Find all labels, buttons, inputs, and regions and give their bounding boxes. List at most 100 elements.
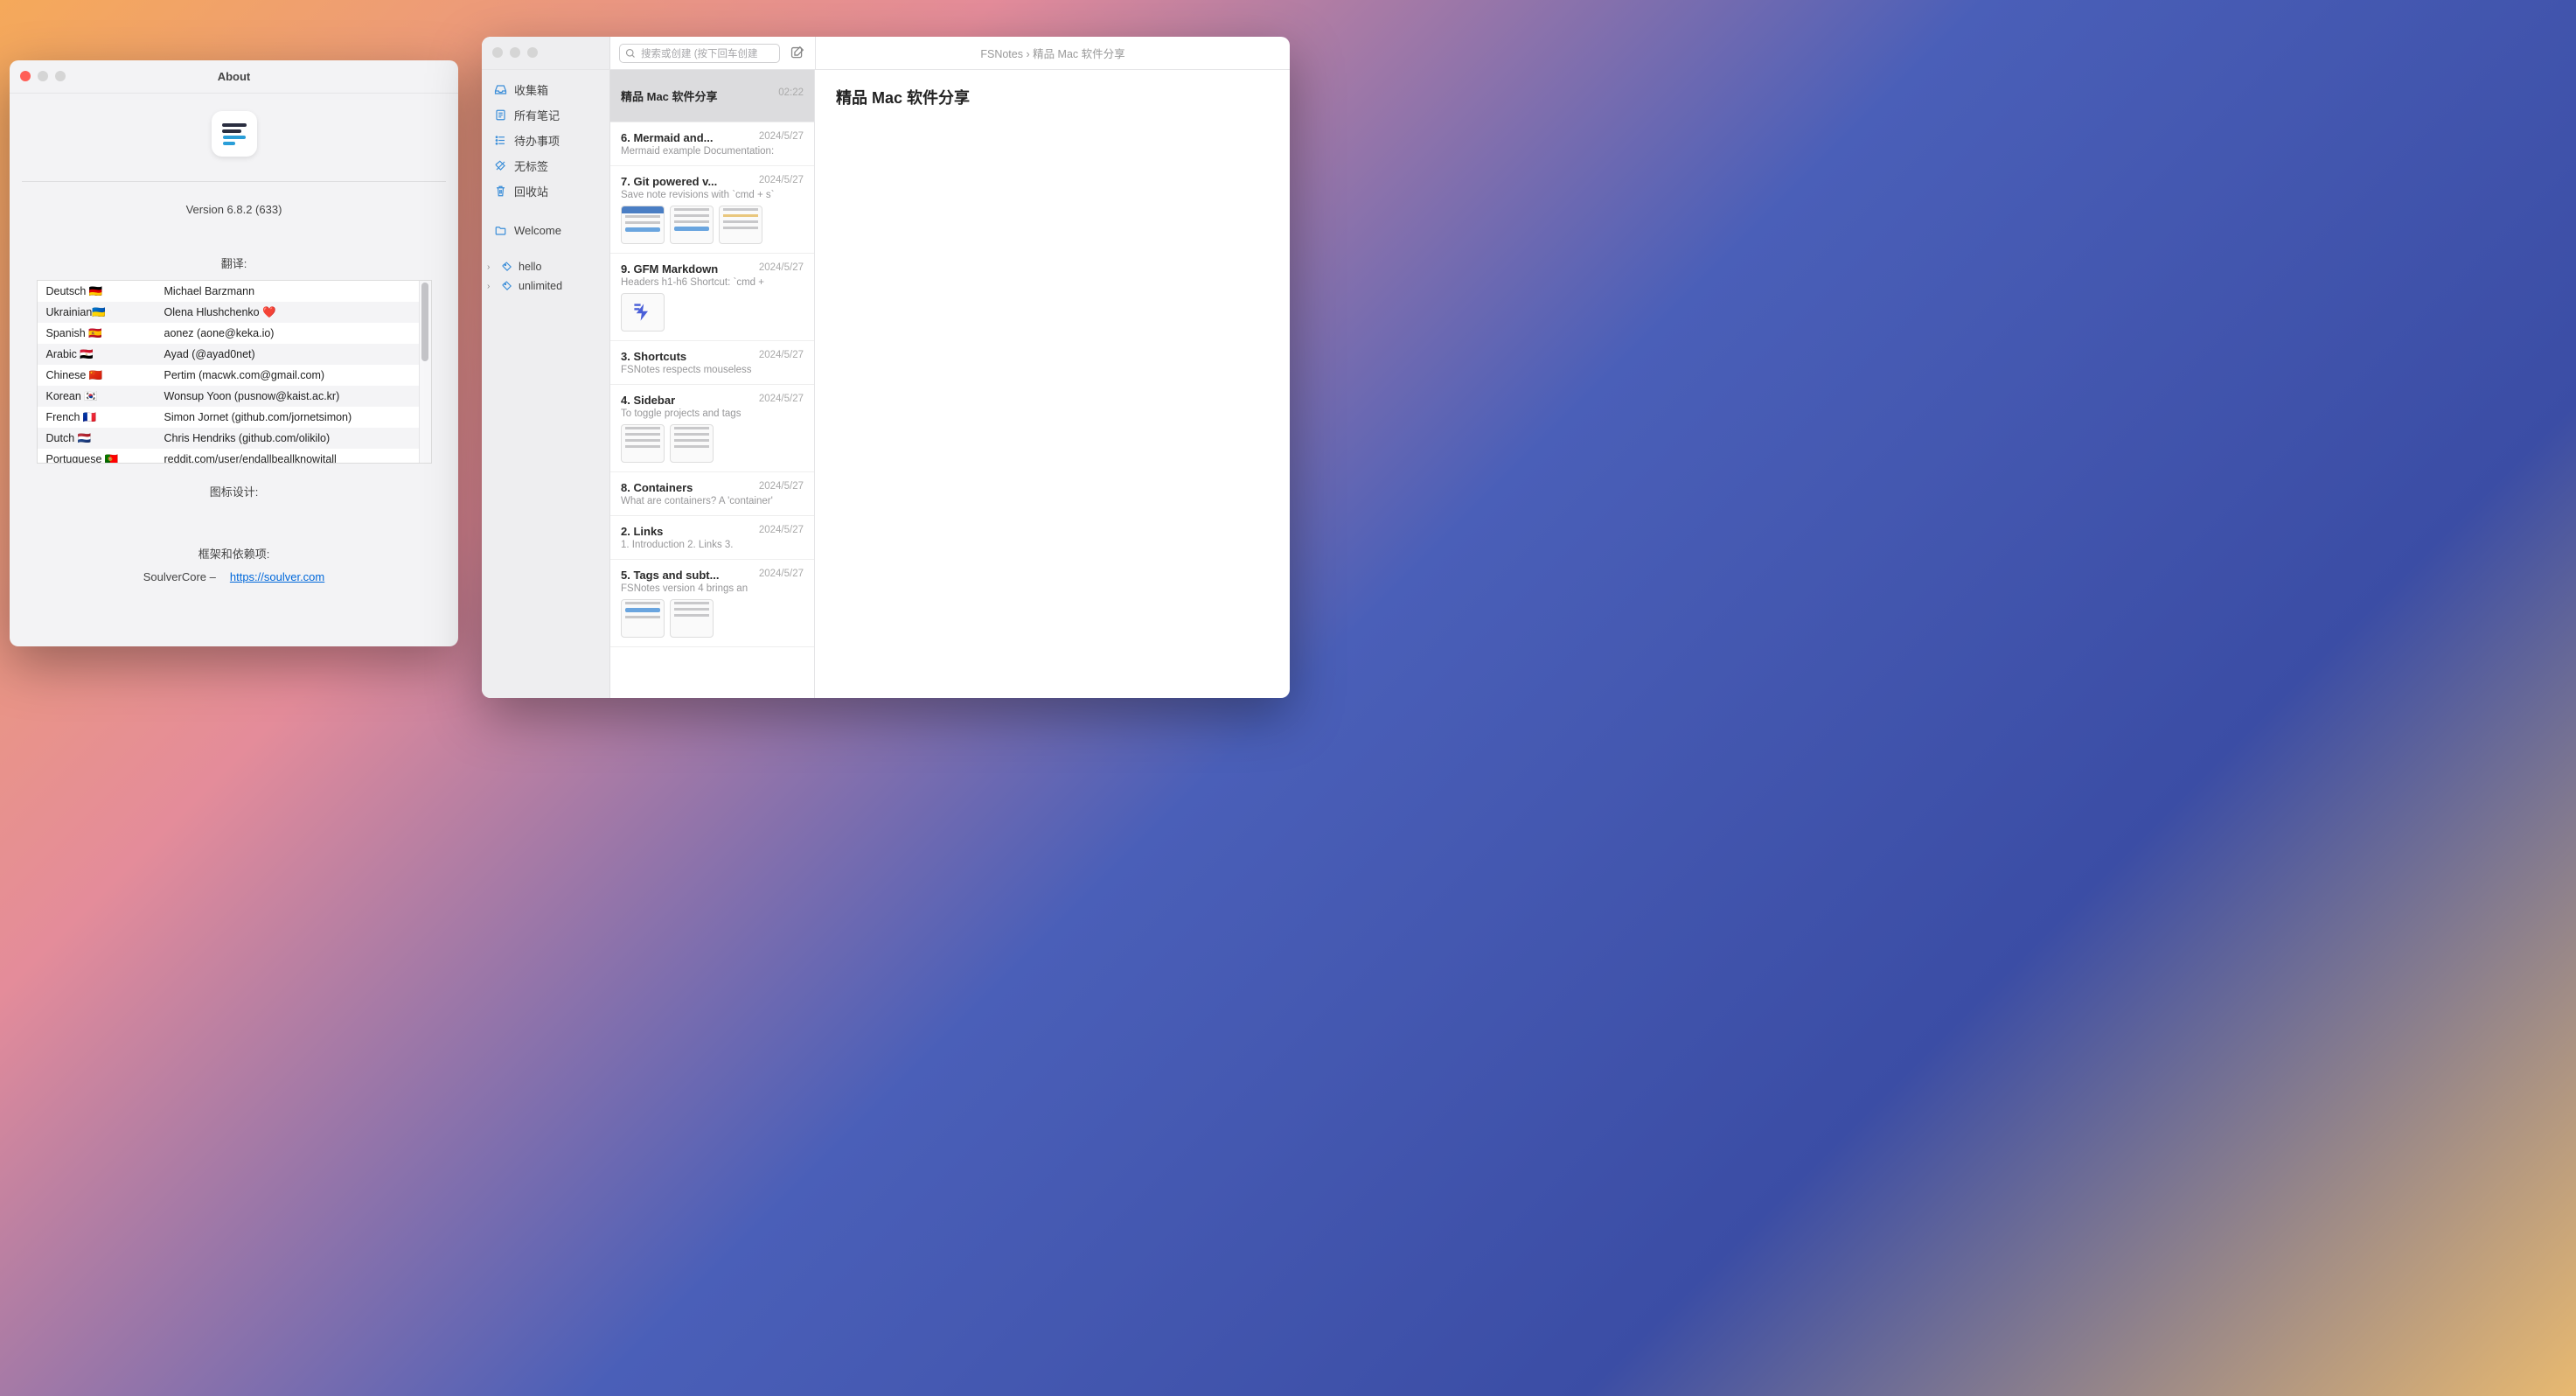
- inbox-icon: [494, 83, 507, 96]
- compose-icon: [790, 45, 804, 60]
- note-item[interactable]: 5. Tags and subt... 2024/5/27 FSNotes ve…: [610, 560, 814, 647]
- note-content[interactable]: 精品 Mac 软件分享: [815, 70, 1290, 698]
- thumbnail: [670, 206, 714, 244]
- sidebar-item-todo[interactable]: 待办事项: [482, 128, 609, 153]
- thumbnail: [670, 599, 714, 638]
- note-date: 2024/5/27: [759, 131, 804, 144]
- close-traffic-light[interactable]: [492, 47, 503, 58]
- note-item[interactable]: 8. Containers 2024/5/27 What are contain…: [610, 472, 814, 516]
- compose-button[interactable]: [787, 44, 806, 63]
- note-preview: 1. Introduction 2. Links 3.: [621, 540, 804, 550]
- thumbnail: [670, 424, 714, 463]
- scrollbar[interactable]: [419, 281, 431, 463]
- table-row: Arabic 🇪🇬Ayad (@ayad0net): [38, 344, 431, 365]
- note-item[interactable]: 2. Links 2024/5/27 1. Introduction 2. Li…: [610, 516, 814, 560]
- note-preview: To toggle projects and tags: [621, 408, 804, 419]
- note-item[interactable]: 4. Sidebar 2024/5/27 To toggle projects …: [610, 385, 814, 472]
- minimize-traffic-light[interactable]: [38, 71, 48, 81]
- scrollbar-knob[interactable]: [421, 283, 428, 361]
- content-title: 精品 Mac 软件分享: [836, 86, 1269, 108]
- table-row: Chinese 🇨🇳Pertim (macwk.com@gmail.com): [38, 365, 431, 386]
- note-preview: FSNotes version 4 brings an: [621, 583, 804, 594]
- note-item[interactable]: 7. Git powered v... 2024/5/27 Save note …: [610, 166, 814, 254]
- note-time: 02:22: [778, 87, 804, 104]
- sidebar: 收集箱 所有笔记 待办事项 无标签 回收站 Welcome: [482, 70, 610, 698]
- sidebar-tag-hello[interactable]: › hello: [482, 257, 609, 276]
- note-title: 3. Shortcuts: [621, 350, 752, 363]
- note-preview: FSNotes respects mouseless: [621, 365, 804, 375]
- tag-icon: [501, 261, 513, 273]
- note-title: 2. Links: [621, 525, 752, 538]
- note-preview: What are containers? A 'container': [621, 496, 804, 506]
- search-icon: [625, 48, 636, 59]
- tag-icon: [501, 280, 513, 292]
- notes-icon: [494, 108, 507, 122]
- note-title: 8. Containers: [621, 481, 752, 494]
- table-row: French 🇫🇷Simon Jornet (github.com/jornet…: [38, 407, 431, 428]
- note-preview: Mermaid example Documentation:: [621, 146, 804, 157]
- zoom-traffic-light[interactable]: [527, 47, 538, 58]
- dep-link[interactable]: https://soulver.com: [230, 570, 324, 583]
- translations-table: Deutsch 🇩🇪Michael Barzmann Ukrainian🇺🇦Ol…: [38, 281, 431, 464]
- table-row: Dutch 🇳🇱Chris Hendriks (github.com/oliki…: [38, 428, 431, 449]
- search-input[interactable]: 搜索或创建 (按下回车创建: [619, 44, 780, 63]
- note-title: 7. Git powered v...: [621, 175, 752, 188]
- table-row: Korean 🇰🇷Wonsup Yoon (pusnow@kaist.ac.kr…: [38, 386, 431, 407]
- icon-design-heading: 图标设计:: [210, 483, 259, 499]
- version-label: Version 6.8.2 (633): [186, 203, 282, 216]
- thumbnail: [621, 206, 665, 244]
- todo-icon: [494, 134, 507, 147]
- note-item[interactable]: 6. Mermaid and... 2024/5/27 Mermaid exam…: [610, 122, 814, 166]
- translations-heading: 翻译:: [221, 255, 247, 271]
- trash-icon: [494, 185, 507, 198]
- search-placeholder: 搜索或创建 (按下回车创建: [641, 46, 758, 60]
- note-date: 2024/5/27: [759, 394, 804, 407]
- fsnotes-window: 搜索或创建 (按下回车创建 FSNotes › 精品 Mac 软件分享 收集箱 …: [482, 37, 1290, 698]
- fsnotes-traffic-lights: [492, 47, 538, 58]
- note-title: 4. Sidebar: [621, 394, 752, 407]
- note-preview: Headers h1-h6 Shortcut: `cmd +: [621, 277, 804, 288]
- fsnotes-titlebar: 搜索或创建 (按下回车创建 FSNotes › 精品 Mac 软件分享: [482, 37, 1290, 70]
- about-window: About Version 6.8.2 (633) 翻译: Deutsch 🇩🇪…: [10, 60, 458, 646]
- table-row: Deutsch 🇩🇪Michael Barzmann: [38, 281, 431, 302]
- note-title: 6. Mermaid and...: [621, 131, 752, 144]
- sidebar-item-welcome[interactable]: Welcome: [482, 220, 609, 241]
- chevron-right-icon: ›: [487, 282, 496, 291]
- note-date: 2024/5/27: [759, 481, 804, 494]
- notes-list[interactable]: 精品 Mac 软件分享 02:22 6. Mermaid and... 2024…: [610, 70, 815, 698]
- note-preview: Save note revisions with `cmd + s`: [621, 190, 804, 200]
- sidebar-item-trash[interactable]: 回收站: [482, 178, 609, 204]
- about-title: About: [10, 60, 458, 94]
- note-item[interactable]: 9. GFM Markdown 2024/5/27 Headers h1-h6 …: [610, 254, 814, 341]
- note-date: 2024/5/27: [759, 262, 804, 276]
- close-traffic-light[interactable]: [20, 71, 31, 81]
- note-date: 2024/5/27: [759, 350, 804, 363]
- chevron-right-icon: ›: [487, 262, 496, 272]
- folder-icon: [494, 224, 507, 237]
- sidebar-item-all-notes[interactable]: 所有笔记: [482, 102, 609, 128]
- note-date: 2024/5/27: [759, 175, 804, 188]
- about-traffic-lights: [20, 71, 66, 81]
- breadcrumb: FSNotes › 精品 Mac 软件分享: [815, 37, 1290, 69]
- note-item[interactable]: 3. Shortcuts 2024/5/27 FSNotes respects …: [610, 341, 814, 385]
- zoom-traffic-light[interactable]: [55, 71, 66, 81]
- note-date: 2024/5/27: [759, 569, 804, 582]
- minimize-traffic-light[interactable]: [510, 47, 520, 58]
- lightning-icon: [632, 302, 653, 323]
- sidebar-item-inbox[interactable]: 收集箱: [482, 77, 609, 102]
- dep-name: SoulverCore –: [143, 570, 216, 583]
- note-item[interactable]: 精品 Mac 软件分享 02:22: [610, 70, 814, 122]
- table-row: Spanish 🇪🇸aonez (aone@keka.io): [38, 323, 431, 344]
- table-row: Ukrainian🇺🇦Olena Hlushchenko ❤️: [38, 302, 431, 323]
- note-title: 5. Tags and subt...: [621, 569, 752, 582]
- thumbnail: [621, 424, 665, 463]
- sidebar-item-untagged[interactable]: 无标签: [482, 153, 609, 178]
- note-title: 9. GFM Markdown: [621, 262, 752, 276]
- app-icon: [212, 111, 257, 157]
- thumbnail: [621, 293, 665, 332]
- note-title: 精品 Mac 软件分享: [621, 87, 771, 104]
- note-date: 2024/5/27: [759, 525, 804, 538]
- translations-table-container: Deutsch 🇩🇪Michael Barzmann Ukrainian🇺🇦Ol…: [37, 280, 432, 464]
- table-row: Portuguese 🇵🇹reddit.com/user/endallbeall…: [38, 449, 431, 464]
- sidebar-tag-unlimited[interactable]: › unlimited: [482, 276, 609, 296]
